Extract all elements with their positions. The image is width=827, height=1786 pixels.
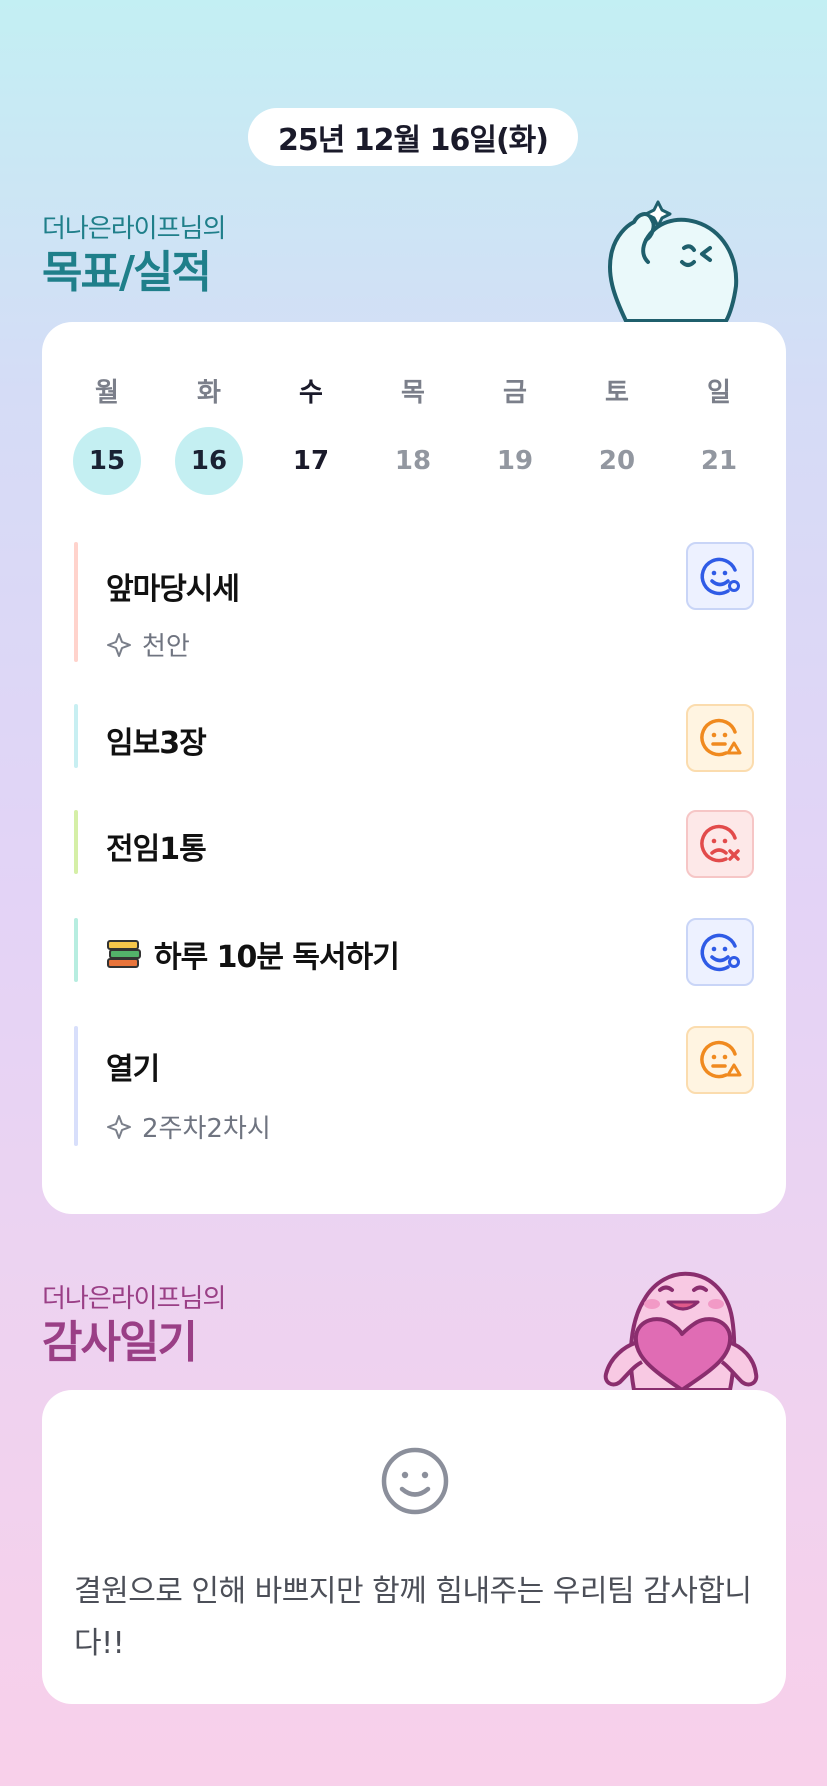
day-tue[interactable]: 화 16 (174, 372, 244, 495)
goal-color-bar (74, 704, 78, 768)
goal-status-button[interactable] (686, 918, 754, 986)
day-number: 15 (73, 427, 141, 495)
goal-note-text: 2주차2차시 (142, 1114, 271, 1144)
thanks-text: 결원으로 인해 바쁘지만 함께 힘내주는 우리팀 감사합니다!! (74, 1574, 752, 1661)
sad-x-face-icon (700, 824, 740, 863)
day-name: 수 (299, 378, 323, 408)
day-mon[interactable]: 월 15 (72, 372, 142, 495)
goal-item[interactable]: 앞마당시세 천안 (74, 542, 754, 662)
sparkle-icon (107, 632, 131, 657)
goal-title: 앞마당시세 (106, 572, 240, 607)
smile-face-icon (700, 557, 740, 596)
goal-title-row: 하루 10분 독서하기 (106, 932, 400, 976)
day-sun[interactable]: 일 21 (684, 372, 754, 495)
day-thu[interactable]: 목 18 (378, 372, 448, 495)
goal-section-title: 목표/실적 (42, 247, 212, 298)
day-name: 목 (401, 378, 425, 408)
goal-status-button[interactable] (686, 1026, 754, 1094)
goal-color-bar (74, 542, 78, 662)
goal-title: 열기 (106, 1052, 160, 1087)
day-number: 20 (598, 446, 636, 476)
goal-color-bar (74, 1026, 78, 1146)
thanks-section-title: 감사일기 (42, 1317, 198, 1368)
goal-title: 임보3장 (106, 726, 207, 761)
day-number: 18 (394, 446, 432, 476)
goal-item[interactable]: 열기 2주차2차시 (74, 1026, 754, 1146)
goal-title: 하루 10분 독서하기 (154, 940, 400, 975)
day-number: 19 (496, 446, 534, 476)
day-name: 월 (95, 378, 119, 408)
goal-status-button[interactable] (686, 542, 754, 610)
day-fri[interactable]: 금 19 (480, 372, 550, 495)
day-name: 화 (197, 378, 221, 408)
day-number: 16 (175, 427, 243, 495)
day-name: 일 (707, 378, 731, 408)
smile-face-icon (700, 933, 740, 972)
goal-item[interactable]: 전임1통 (74, 810, 754, 878)
neutral-warning-face-icon (700, 718, 742, 757)
goal-title: 전임1통 (106, 832, 207, 867)
day-number: 17 (292, 446, 330, 476)
goal-item[interactable]: 하루 10분 독서하기 (74, 918, 754, 986)
goal-status-button[interactable] (686, 704, 754, 772)
goal-color-bar (74, 918, 78, 982)
smile-icon (381, 1447, 449, 1515)
ghost-mascot-icon (607, 200, 739, 323)
goal-note: 2주차2차시 (106, 1108, 271, 1145)
thanks-card[interactable]: 결원으로 인해 바쁘지만 함께 힘내주는 우리팀 감사합니다!! (42, 1390, 786, 1704)
day-name: 금 (503, 378, 527, 408)
goal-note-text: 천안 (142, 632, 190, 662)
neutral-warning-face-icon (700, 1040, 742, 1079)
day-name: 토 (605, 378, 629, 408)
date-label: 25년 12월 16일(화) (278, 123, 549, 158)
day-number: 21 (700, 446, 738, 476)
goals-card: 월 15 화 16 수 17 목 18 금 19 토 20 일 21 앞마당시세… (42, 322, 786, 1214)
goal-note: 천안 (106, 626, 190, 663)
heart-mascot-icon (603, 1271, 759, 1392)
books-icon (107, 940, 141, 968)
goal-item[interactable]: 임보3장 (74, 704, 754, 772)
day-sat[interactable]: 토 20 (582, 372, 652, 495)
goal-status-button[interactable] (686, 810, 754, 878)
day-wed[interactable]: 수 17 (276, 372, 346, 495)
sparkle-icon (107, 1114, 131, 1139)
goal-color-bar (74, 810, 78, 874)
date-pill: 25년 12월 16일(화) (248, 108, 578, 166)
